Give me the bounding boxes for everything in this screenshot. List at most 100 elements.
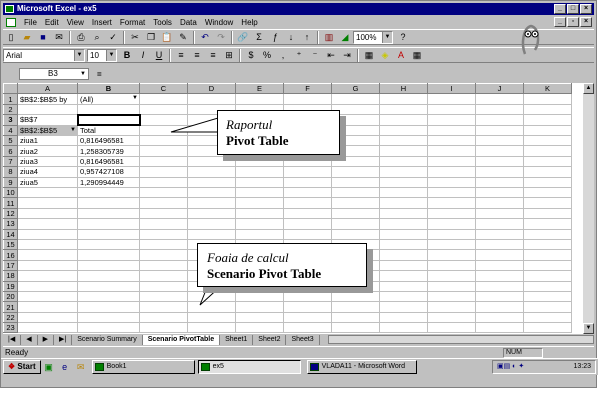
cell-empty[interactable] (475, 322, 524, 334)
cell-empty[interactable] (139, 322, 188, 334)
sort-ascending-icon[interactable]: ↓ (284, 31, 298, 44)
cell-empty[interactable] (283, 218, 332, 230)
cell-empty[interactable] (475, 93, 524, 105)
cell-empty[interactable] (427, 249, 476, 261)
cell-empty[interactable] (427, 238, 476, 251)
cell-empty[interactable] (427, 166, 476, 178)
cell-empty[interactable] (379, 103, 428, 116)
cell-a[interactable] (17, 238, 78, 251)
cell-empty[interactable] (427, 207, 476, 220)
cell-empty[interactable] (523, 290, 572, 303)
cell-empty[interactable] (283, 93, 332, 105)
cell-a[interactable]: ziua5 (17, 176, 78, 189)
cell-empty[interactable] (235, 155, 284, 168)
cell-b[interactable] (77, 259, 140, 272)
cell-empty[interactable] (523, 197, 572, 209)
cell-a[interactable] (17, 270, 78, 282)
spelling-icon[interactable]: ✓ (106, 31, 120, 44)
cell-empty[interactable] (379, 280, 428, 292)
task-word[interactable]: VLADA11 - Microsoft Word (306, 360, 417, 374)
cell-empty[interactable] (139, 249, 188, 261)
row-header[interactable]: 1 (3, 93, 18, 105)
start-button[interactable]: ❖ Start (3, 360, 41, 374)
row-header[interactable]: 12 (3, 207, 18, 220)
cell-a[interactable] (17, 197, 78, 209)
cell-empty[interactable] (331, 166, 380, 178)
cell-empty[interactable] (475, 176, 524, 189)
cell-empty[interactable] (379, 218, 428, 230)
cell-empty[interactable] (475, 228, 524, 240)
cell-empty[interactable] (427, 228, 476, 240)
menu-insert[interactable]: Insert (88, 18, 116, 27)
cell-empty[interactable] (379, 155, 428, 168)
cell-empty[interactable] (427, 155, 476, 168)
tab-sheet2[interactable]: Sheet2 (253, 334, 287, 345)
cell-empty[interactable] (523, 270, 572, 282)
cell-empty[interactable] (475, 103, 524, 116)
row-header[interactable]: 2 (3, 103, 18, 116)
cell-empty[interactable] (235, 166, 284, 178)
autosum-icon[interactable]: Σ (252, 31, 266, 44)
cell-empty[interactable] (523, 311, 572, 324)
cell-empty[interactable] (139, 176, 188, 189)
row-header[interactable]: 22 (3, 311, 18, 324)
cell-empty[interactable] (283, 207, 332, 220)
cell-empty[interactable] (379, 145, 428, 157)
cell-empty[interactable] (523, 238, 572, 251)
cell-empty[interactable] (139, 145, 188, 157)
cell-empty[interactable] (379, 270, 428, 282)
row-header[interactable]: 19 (3, 280, 18, 292)
menu-help[interactable]: Help (237, 18, 261, 27)
row-header[interactable]: 21 (3, 301, 18, 313)
save-icon[interactable]: ■ (36, 31, 50, 44)
cell-empty[interactable] (187, 93, 236, 105)
cell-empty[interactable] (139, 301, 188, 313)
print-icon[interactable]: ⎙ (74, 31, 88, 44)
cell-empty[interactable] (235, 197, 284, 209)
fill-color-icon[interactable]: ◈ (378, 49, 392, 62)
column-header[interactable]: C (139, 83, 188, 95)
cell-b[interactable]: 0,816496581 (77, 155, 140, 168)
cell-empty[interactable] (523, 155, 572, 168)
cell-empty[interactable] (331, 322, 380, 334)
chart-wizard-icon[interactable]: ▥ (322, 31, 336, 44)
cell-b[interactable]: 1,290994449 (77, 176, 140, 189)
cell-empty[interactable] (523, 124, 572, 137)
cell-empty[interactable] (427, 197, 476, 209)
cell-empty[interactable] (379, 135, 428, 147)
cell-b[interactable] (77, 186, 140, 199)
cell-b[interactable] (77, 280, 140, 292)
menu-file[interactable]: File (20, 18, 41, 27)
cell-b[interactable] (77, 311, 140, 324)
merge-center-icon[interactable]: ⊞ (222, 49, 236, 62)
cell-empty[interactable] (523, 135, 572, 147)
cell-a[interactable] (17, 249, 78, 261)
cell-empty[interactable] (475, 218, 524, 230)
cell-a[interactable] (17, 280, 78, 292)
cell-empty[interactable] (283, 290, 332, 303)
cell-empty[interactable] (427, 290, 476, 303)
font-name-select[interactable]: Arial ▼ (3, 48, 85, 62)
tab-scroll-last[interactable]: ▶| (54, 334, 73, 345)
cell-empty[interactable] (475, 259, 524, 272)
font-color-icon[interactable]: A (394, 49, 408, 62)
column-header[interactable]: A (17, 83, 78, 95)
cell-b[interactable] (77, 270, 140, 282)
redo-icon[interactable]: ↷ (214, 31, 228, 44)
cell-b[interactable]: (All) ▼ (77, 93, 140, 105)
cell-empty[interactable] (331, 301, 380, 313)
row-header[interactable]: 18 (3, 270, 18, 282)
cell-empty[interactable] (427, 280, 476, 292)
row-header[interactable]: 5 (3, 135, 18, 147)
comma-button[interactable]: , (276, 49, 290, 62)
cell-empty[interactable] (235, 218, 284, 230)
column-header[interactable]: F (283, 83, 332, 95)
cell-empty[interactable] (331, 176, 380, 189)
cell-b[interactable] (77, 103, 140, 116)
cell-a[interactable] (17, 259, 78, 272)
paste-function-icon[interactable]: ƒ (268, 31, 282, 44)
cell-empty[interactable] (187, 166, 236, 178)
row-header[interactable]: 20 (3, 290, 18, 303)
cell-empty[interactable] (283, 322, 332, 334)
quicklaunch-ie-icon[interactable]: e (58, 361, 72, 374)
